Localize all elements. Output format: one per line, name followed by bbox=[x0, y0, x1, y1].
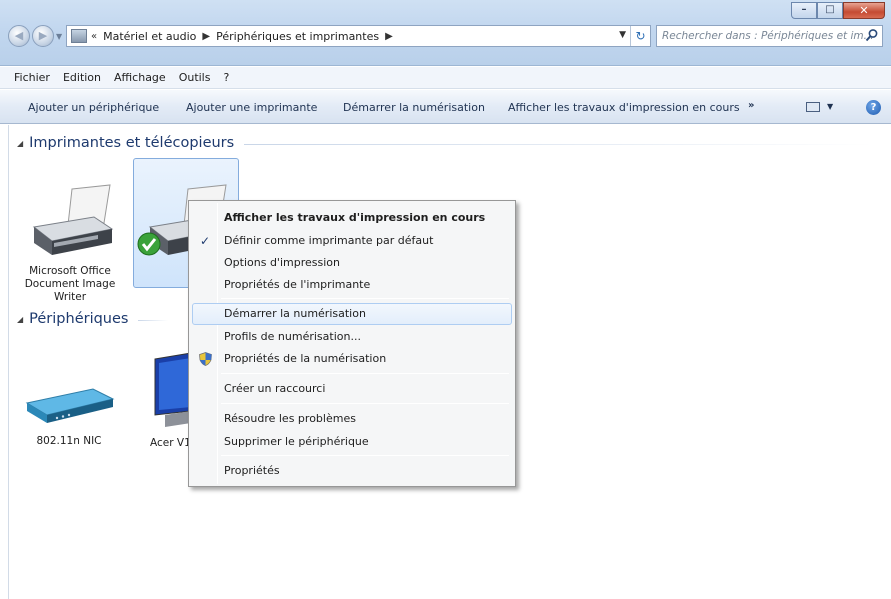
menu-item-properties[interactable]: Propriétés bbox=[192, 460, 512, 482]
menu-item-label: Supprimer le périphérique bbox=[224, 435, 369, 448]
menu-separator bbox=[221, 373, 509, 374]
device-label: 802.11n NIC bbox=[36, 435, 102, 447]
history-dropdown-icon[interactable]: ▼ bbox=[56, 32, 62, 41]
menu-file[interactable]: Fichier bbox=[14, 71, 50, 84]
breadcrumb-arrow-icon[interactable]: ▶ bbox=[385, 31, 393, 42]
network-adapter-icon bbox=[25, 388, 115, 423]
add-printer-button[interactable]: Ajouter une imprimante bbox=[186, 101, 317, 114]
shield-icon bbox=[199, 352, 212, 366]
menu-item-print-options[interactable]: Options d'impression bbox=[192, 252, 512, 274]
menu-bar: Fichier Edition Affichage Outils ? bbox=[0, 67, 891, 89]
group-divider bbox=[244, 144, 875, 145]
menu-item-label: Options d'impression bbox=[224, 256, 340, 269]
collapse-triangle-icon[interactable]: ◢ bbox=[17, 139, 23, 148]
more-commands-button[interactable]: » bbox=[748, 100, 754, 111]
change-view-icon[interactable] bbox=[806, 102, 820, 112]
menu-item-troubleshoot[interactable]: Résoudre les problèmes bbox=[192, 408, 512, 430]
group-printers-title: Imprimantes et télécopieurs bbox=[29, 135, 235, 151]
window-controls: – □ ✕ bbox=[791, 2, 885, 19]
help-icon[interactable]: ? bbox=[866, 100, 881, 115]
menu-item-label: Propriétés de la numérisation bbox=[224, 352, 387, 365]
menu-separator bbox=[221, 298, 509, 299]
default-checkmark-icon bbox=[137, 232, 161, 256]
menu-item-label: Afficher les travaux d'impression en cou… bbox=[224, 211, 486, 224]
group-devices-title: Périphériques bbox=[29, 311, 129, 327]
forward-arrow-icon: ▶ bbox=[38, 29, 48, 42]
context-menu: Afficher les travaux d'impression en cou… bbox=[188, 200, 516, 487]
menu-item-set-default[interactable]: ✓ Définir comme imprimante par défaut bbox=[192, 230, 512, 252]
printer-label-line3: Writer bbox=[53, 291, 87, 303]
search-input[interactable]: Rechercher dans : Périphériques et im... bbox=[656, 25, 883, 47]
breadcrumb-devices-printers[interactable]: Périphériques et imprimantes bbox=[216, 30, 379, 43]
minimize-icon: – bbox=[801, 4, 807, 15]
menu-help[interactable]: ? bbox=[223, 71, 229, 84]
menu-item-label: Profils de numérisation... bbox=[224, 330, 361, 343]
collapse-triangle-icon[interactable]: ◢ bbox=[17, 315, 23, 324]
printer-label-line1: Microsoft Office bbox=[29, 265, 111, 277]
back-button[interactable]: ◀ bbox=[8, 25, 30, 47]
group-divider bbox=[138, 320, 169, 321]
back-arrow-icon: ◀ bbox=[14, 29, 24, 42]
menu-item-label: Propriétés de l'imprimante bbox=[224, 278, 371, 291]
menu-item-create-shortcut[interactable]: Créer un raccourci bbox=[192, 378, 512, 400]
menu-item-label: Propriétés bbox=[224, 464, 280, 477]
menu-item-scan-properties[interactable]: Propriétés de la numérisation bbox=[192, 348, 512, 370]
control-panel-icon bbox=[71, 29, 87, 43]
refresh-icon[interactable]: ↻ bbox=[630, 26, 650, 46]
breadcrumb-hardware-sound[interactable]: Matériel et audio bbox=[103, 30, 196, 43]
window-title-bar: – □ ✕ ◀ ▶ ▼ « Matériel et audio ▶ Périph… bbox=[0, 0, 891, 66]
start-scan-button[interactable]: Démarrer la numérisation bbox=[343, 101, 485, 114]
menu-item-label: Créer un raccourci bbox=[224, 382, 326, 395]
close-button[interactable]: ✕ bbox=[843, 2, 885, 19]
device-network-card[interactable]: 802.11n NIC bbox=[21, 383, 117, 448]
menu-separator bbox=[221, 403, 509, 404]
menu-item-remove-device[interactable]: Supprimer le périphérique bbox=[192, 431, 512, 453]
menu-item-label: Définir comme imprimante par défaut bbox=[224, 234, 434, 247]
menu-separator bbox=[221, 455, 509, 456]
search-icon[interactable] bbox=[865, 28, 879, 42]
printer-label-line2: Document Image bbox=[24, 278, 116, 290]
menu-item-show-jobs[interactable]: Afficher les travaux d'impression en cou… bbox=[192, 207, 512, 229]
menu-item-printer-properties[interactable]: Propriétés de l'imprimante bbox=[192, 274, 512, 296]
menu-tools[interactable]: Outils bbox=[179, 71, 211, 84]
group-printers-header[interactable]: ◢ Imprimantes et télécopieurs bbox=[17, 135, 875, 151]
menu-item-scan-profiles[interactable]: Profils de numérisation... bbox=[192, 326, 512, 348]
close-icon: ✕ bbox=[859, 4, 869, 17]
address-bar[interactable]: « Matériel et audio ▶ Périphériques et i… bbox=[66, 25, 651, 47]
menu-edit[interactable]: Edition bbox=[63, 71, 101, 84]
menu-item-start-scan[interactable]: Démarrer la numérisation bbox=[192, 303, 512, 325]
menu-item-label: Démarrer la numérisation bbox=[224, 307, 366, 320]
menu-view[interactable]: Affichage bbox=[114, 71, 166, 84]
printer-ms-office-writer[interactable]: Microsoft Office Document Image Writer bbox=[15, 183, 125, 304]
navigation-row: ◀ ▶ ▼ « Matériel et audio ▶ Périphérique… bbox=[8, 24, 883, 48]
printer-icon bbox=[32, 184, 114, 255]
group-devices-header[interactable]: ◢ Périphériques bbox=[17, 311, 169, 327]
breadcrumb-overflow[interactable]: « bbox=[91, 31, 97, 42]
checkmark-icon: ✓ bbox=[200, 234, 211, 248]
maximize-button[interactable]: □ bbox=[817, 2, 843, 19]
monitor-icon bbox=[154, 353, 191, 427]
view-dropdown-icon[interactable]: ▼ bbox=[827, 102, 833, 111]
menu-item-label: Résoudre les problèmes bbox=[224, 412, 356, 425]
show-print-jobs-button[interactable]: Afficher les travaux d'impression en cou… bbox=[508, 101, 740, 114]
minimize-button[interactable]: – bbox=[791, 2, 817, 19]
search-placeholder: Rechercher dans : Périphériques et im... bbox=[662, 30, 874, 42]
add-device-button[interactable]: Ajouter un périphérique bbox=[28, 101, 159, 114]
maximize-icon: □ bbox=[825, 4, 835, 15]
breadcrumb-arrow-icon[interactable]: ▶ bbox=[202, 31, 210, 42]
command-bar: Ajouter un périphérique Ajouter une impr… bbox=[0, 90, 891, 124]
forward-button[interactable]: ▶ bbox=[32, 25, 54, 47]
address-dropdown-icon[interactable]: ▼ bbox=[619, 30, 626, 40]
